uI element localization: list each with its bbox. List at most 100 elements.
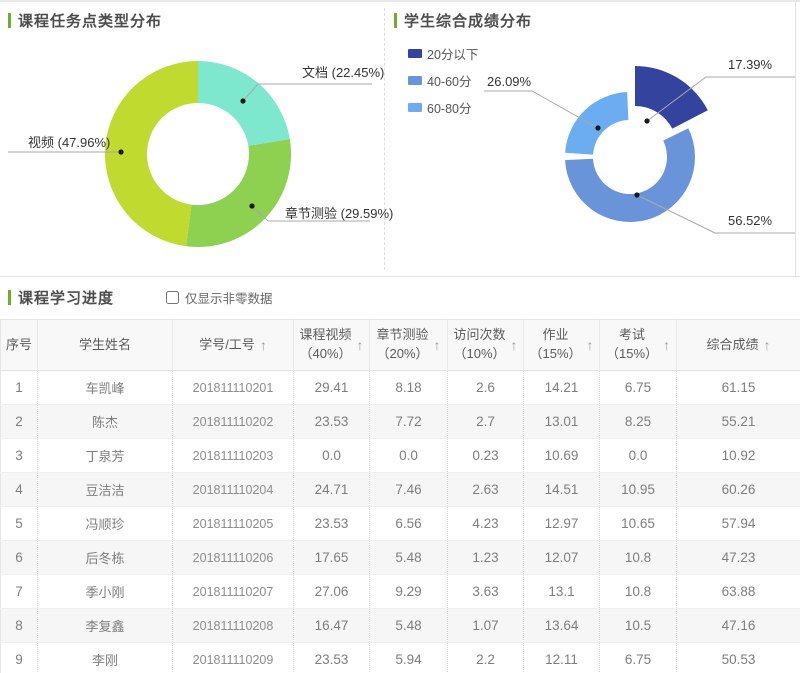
legend-swatch-icon [408,75,422,85]
legend-swatch-icon [408,102,422,112]
column-header-5[interactable]: 访问次数 （10%） ↑ [447,319,524,371]
sort-asc-icon: ↑ [663,337,671,353]
score-60-80-marker-dot [595,125,601,131]
table-cell: 201811110204 [172,472,294,507]
table-cell: 12.11 [523,642,600,673]
label-docs: 文档 (22.45%) [302,65,385,80]
table-cell: 1.07 [447,608,524,643]
table-cell: 9 [0,642,38,673]
table-cell: 50.53 [676,642,800,673]
table-cell: 10.95 [599,472,677,507]
table-cell: 李刚 [37,642,173,673]
legend-swatch-icon [408,48,422,58]
table-cell: 冯顺珍 [37,506,173,541]
table-cell: 2.6 [447,370,524,405]
progress-title: 课程学习进度 [8,287,114,308]
score-chart-title-text: 学生综合成绩分布 [404,13,533,30]
label-chapter-quiz: 章节测验 (29.59%) [285,206,394,221]
table-cell: 6.75 [599,642,677,673]
table-cell: 丁泉芳 [37,438,173,473]
nonzero-filter-checkbox[interactable] [166,291,180,304]
table-cell: 201811110207 [172,574,294,609]
table-cell: 2.7 [447,404,524,439]
table-row: 5 冯顺珍 201811110205 23.53 6.56 4.23 12.97 10.65 5… [0,506,800,541]
column-header-3[interactable]: 课程视频 （40%） ↑ [293,319,370,371]
table-cell: 10.5 [599,608,677,643]
table-cell: 201811110209 [172,642,294,673]
column-header-6[interactable]: 作业 （15%） ↑ [523,319,600,371]
task-type-chart-title-text: 课程任务点类型分布 [18,13,163,30]
table-cell: 7 [0,574,38,609]
table-cell: 29.41 [293,370,370,405]
nonzero-filter-label: 仅显示非零数据 [185,292,273,306]
table-cell: 201811110205 [172,506,294,541]
title-tick-icon [394,13,397,28]
table-cell: 201811110201 [172,370,294,405]
video-marker-dot [118,149,124,155]
table-cell: 23.53 [293,404,370,439]
table-cell: 47.16 [676,608,800,643]
table-cell: 17.65 [293,540,370,575]
progress-toolbar: 课程学习进度 仅显示非零数据 [0,277,800,309]
table-cell: 27.06 [293,574,370,609]
table-cell: 7.72 [369,404,448,439]
label-video: 视频 (47.96%) [28,135,111,150]
legend-item-60-80[interactable]: 60-80分 [408,100,478,116]
table-row: 6 后冬栋 201811110206 17.65 5.48 1.23 12.07 10.8 47… [0,540,800,575]
donut-charts-canvas [8,61,795,247]
table-cell: 5.94 [369,642,448,673]
table-row: 1 车凯峰 201811110201 29.41 8.18 2.6 14.21 6.75 61.… [0,370,800,405]
table-cell: 8.18 [369,370,448,405]
table-cell: 13.1 [523,574,600,609]
table-cell: 0.0 [599,438,677,473]
title-tick-icon [8,290,11,305]
score-legend: 20分以下 40-60分 60-80分 [408,46,478,127]
table-cell: 5 [0,506,38,541]
sort-asc-icon: ↑ [586,337,594,353]
table-cell: 5.48 [369,608,448,643]
table-cell: 23.53 [293,506,370,541]
column-header-1: 学生姓名 [37,319,173,371]
table-row: 4 豆洁洁 201811110204 24.71 7.46 2.63 14.51 10.95 6… [0,472,800,507]
table-cell: 16.47 [293,608,370,643]
table-cell: 8 [0,608,38,643]
legend-label: 20分以下 [427,47,479,62]
table-cell: 12.07 [523,540,600,575]
nonzero-filter[interactable]: 仅显示非零数据 [166,288,273,307]
column-header-4[interactable]: 章节测验 （20%） ↑ [369,319,448,371]
legend-item-40-60[interactable]: 40-60分 [408,73,478,89]
column-header-7[interactable]: 考试 （15%） ↑ [599,319,677,371]
label-pct-below20: 17.39% [728,57,773,72]
score-chart-title: 学生综合成绩分布 [394,10,532,31]
legend-item-below20[interactable]: 20分以下 [408,46,479,62]
progress-section: 课程学习进度 仅显示非零数据 序号 学生姓名 学号/工号 ↑ 课程视频 （40%） ↑ 章节测… [0,277,800,673]
sort-asc-icon: ↑ [259,337,267,353]
table-cell: 57.94 [676,506,800,541]
below20-marker-dot [644,118,650,124]
table-cell: 10.65 [599,506,677,541]
pie-slice-60-80[interactable] [565,92,629,155]
table-cell: 10.8 [599,574,677,609]
table-cell: 6.56 [369,506,448,541]
sort-asc-icon: ↑ [356,337,364,353]
score-40-60-marker-dot [634,192,640,198]
table-cell: 201811110203 [172,438,294,473]
table-cell: 14.21 [523,370,600,405]
table-header-row: 序号 学生姓名 学号/工号 ↑ 课程视频 （40%） ↑ 章节测验 （20%） ↑ 访问次数 （10%… [0,319,800,371]
panel-divider [384,8,385,270]
table-cell: 55.21 [676,404,800,439]
column-header-8[interactable]: 综合成绩 ↑ [676,319,800,371]
table-cell: 0.0 [369,438,448,473]
pie-slice-chapter-quiz[interactable] [186,139,291,247]
table-cell: 2 [0,404,38,439]
sort-asc-icon: ↑ [763,337,771,353]
progress-title-text: 课程学习进度 [18,290,115,307]
sort-asc-icon: ↑ [433,337,441,353]
column-header-2[interactable]: 学号/工号 ↑ [172,319,294,371]
table-cell: 14.51 [523,472,600,507]
column-header-0: 序号 [0,319,38,371]
table-cell: 10.69 [523,438,600,473]
table-cell: 豆洁洁 [37,472,173,507]
pie-slice-video[interactable] [104,61,198,247]
label-pct-40-60: 56.52% [728,213,773,228]
